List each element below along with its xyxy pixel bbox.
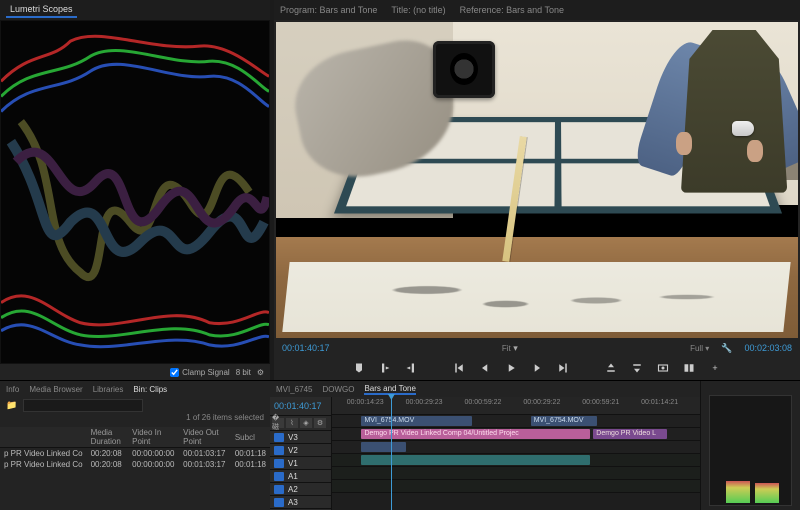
program-tab-title[interactable]: Title: (no title) bbox=[391, 5, 445, 15]
ruler-tick: 00:00:14:23 bbox=[347, 399, 384, 406]
program-duration-timecode: 00:02:03:08 bbox=[744, 343, 792, 353]
project-row[interactable]: p PR Video Linked Co00:20:0800:00:00:000… bbox=[0, 459, 270, 470]
timeline-clip[interactable]: Demgo PR Video Linked Comp 04/Untitled P… bbox=[361, 429, 589, 439]
timeline-track-header: 00:01:40:17 �磁 ⌇ ◈ ⚙ V3V2V1A1A2A3 bbox=[270, 397, 332, 510]
program-zoom-fit[interactable]: Fit bbox=[502, 344, 511, 353]
timeline-clip[interactable] bbox=[361, 442, 405, 452]
ruler-tick: 00:00:29:22 bbox=[523, 399, 560, 406]
project-selection-status: 1 of 26 items selected bbox=[0, 413, 270, 427]
project-search-input[interactable] bbox=[23, 399, 143, 412]
project-column-header[interactable] bbox=[0, 427, 87, 448]
export-frame-button[interactable] bbox=[655, 360, 671, 376]
ruler-tick: 00:01:14:21 bbox=[641, 399, 678, 406]
track-header-A3[interactable]: A3 bbox=[270, 496, 331, 509]
button-editor-button[interactable]: + bbox=[707, 360, 723, 376]
audio-track[interactable] bbox=[332, 480, 700, 493]
audio-track[interactable] bbox=[332, 454, 700, 467]
program-tab-main[interactable]: Program: Bars and Tone bbox=[280, 5, 377, 15]
video-track[interactable] bbox=[332, 441, 700, 454]
project-column-header[interactable]: Video In Point bbox=[128, 427, 179, 448]
track-header-A1[interactable]: A1 bbox=[270, 470, 331, 483]
ruler-tick: 00:00:59:21 bbox=[582, 399, 619, 406]
tab-media-browser[interactable]: Media Browser bbox=[29, 385, 82, 394]
project-column-header[interactable]: Subcl bbox=[231, 427, 270, 448]
project-column-header[interactable]: Media Duration bbox=[87, 427, 129, 448]
scope-settings-icon[interactable]: ⚙ bbox=[257, 368, 264, 377]
ruler-tick: 00:00:29:23 bbox=[406, 399, 443, 406]
step-forward-button[interactable] bbox=[529, 360, 545, 376]
project-column-header[interactable]: Video Out Point bbox=[179, 427, 231, 448]
ruler-tick: 00:00:59:22 bbox=[464, 399, 501, 406]
step-back-button[interactable] bbox=[477, 360, 493, 376]
settings-toggle[interactable]: ⚙ bbox=[314, 418, 326, 428]
timeline-ruler[interactable]: 00:00:14:23 00:00:29:23 00:00:59:22 00:00:2… bbox=[332, 397, 700, 415]
wrench-icon[interactable]: 🔧 bbox=[721, 343, 732, 354]
tab-lumetri-scopes[interactable]: Lumetri Scopes bbox=[6, 2, 77, 18]
program-resolution-dropdown[interactable]: Full ▾ bbox=[690, 344, 709, 353]
tab-info[interactable]: Info bbox=[6, 385, 19, 394]
project-panel: Info Media Browser Libraries Bin: Clips … bbox=[0, 381, 270, 510]
goto-in-button[interactable] bbox=[451, 360, 467, 376]
scope-waveform bbox=[0, 20, 270, 364]
sequence-tab-2[interactable]: Bars and Tone bbox=[364, 384, 415, 395]
sequence-tab-0[interactable]: MVI_6745 bbox=[276, 385, 312, 394]
timeline-clip[interactable]: Demgo PR Video L bbox=[593, 429, 667, 439]
add-marker-button[interactable] bbox=[351, 360, 367, 376]
clamp-signal-checkbox[interactable]: Clamp Signal bbox=[170, 368, 230, 377]
track-header-V2[interactable]: V2 bbox=[270, 444, 331, 457]
scope-bitdepth-dropdown[interactable]: 8 bit bbox=[236, 368, 251, 377]
bin-icon: 📁 bbox=[6, 400, 17, 411]
lumetri-scopes-panel: Lumetri Scopes bbox=[0, 0, 270, 380]
track-header-V3[interactable]: V3 bbox=[270, 431, 331, 444]
audio-meter[interactable] bbox=[709, 395, 792, 506]
mark-out-button[interactable] bbox=[403, 360, 419, 376]
audio-meter-panel bbox=[700, 381, 800, 510]
tab-libraries[interactable]: Libraries bbox=[93, 385, 124, 394]
marker-add-toggle[interactable]: ◈ bbox=[300, 418, 312, 428]
timeline-panel: MVI_6745 DOWGO Bars and Tone 00:01:40:17… bbox=[270, 381, 700, 510]
video-track[interactable]: MVI_6754.MOV MVI_6754.MOV bbox=[332, 415, 700, 428]
track-header-A2[interactable]: A2 bbox=[270, 483, 331, 496]
timeline-playhead[interactable] bbox=[391, 397, 392, 510]
program-transport-controls: + bbox=[274, 356, 800, 380]
linked-selection-toggle[interactable]: ⌇ bbox=[286, 418, 298, 428]
snap-toggle[interactable]: �磁 bbox=[272, 418, 284, 428]
audio-track[interactable] bbox=[332, 467, 700, 480]
track-header-V1[interactable]: V1 bbox=[270, 457, 331, 470]
timeline-tracks-area[interactable]: 00:00:14:23 00:00:29:23 00:00:59:22 00:00:2… bbox=[332, 397, 700, 510]
video-track[interactable]: Demgo PR Video Linked Comp 04/Untitled P… bbox=[332, 428, 700, 441]
project-bin-table[interactable]: Media DurationVideo In PointVideo Out Po… bbox=[0, 427, 270, 510]
program-tab-reference[interactable]: Reference: Bars and Tone bbox=[460, 5, 564, 15]
timeline-clip[interactable]: MVI_6754.MOV bbox=[361, 416, 471, 426]
program-monitor-panel: Program: Bars and Tone Title: (no title)… bbox=[274, 0, 800, 380]
timeline-clip[interactable] bbox=[361, 455, 589, 465]
timeline-clip[interactable]: MVI_6754.MOV bbox=[531, 416, 597, 426]
mark-in-button[interactable] bbox=[377, 360, 393, 376]
lift-button[interactable] bbox=[603, 360, 619, 376]
sequence-tab-1[interactable]: DOWGO bbox=[322, 385, 354, 394]
goto-out-button[interactable] bbox=[555, 360, 571, 376]
play-button[interactable] bbox=[503, 360, 519, 376]
tab-bin-clips[interactable]: Bin: Clips bbox=[133, 385, 167, 394]
program-video-frame[interactable] bbox=[276, 22, 798, 338]
comparison-view-button[interactable] bbox=[681, 360, 697, 376]
extract-button[interactable] bbox=[629, 360, 645, 376]
program-playhead-timecode[interactable]: 00:01:40:17 bbox=[282, 343, 330, 353]
project-row[interactable]: p PR Video Linked Co00:20:0800:00:00:000… bbox=[0, 448, 270, 460]
